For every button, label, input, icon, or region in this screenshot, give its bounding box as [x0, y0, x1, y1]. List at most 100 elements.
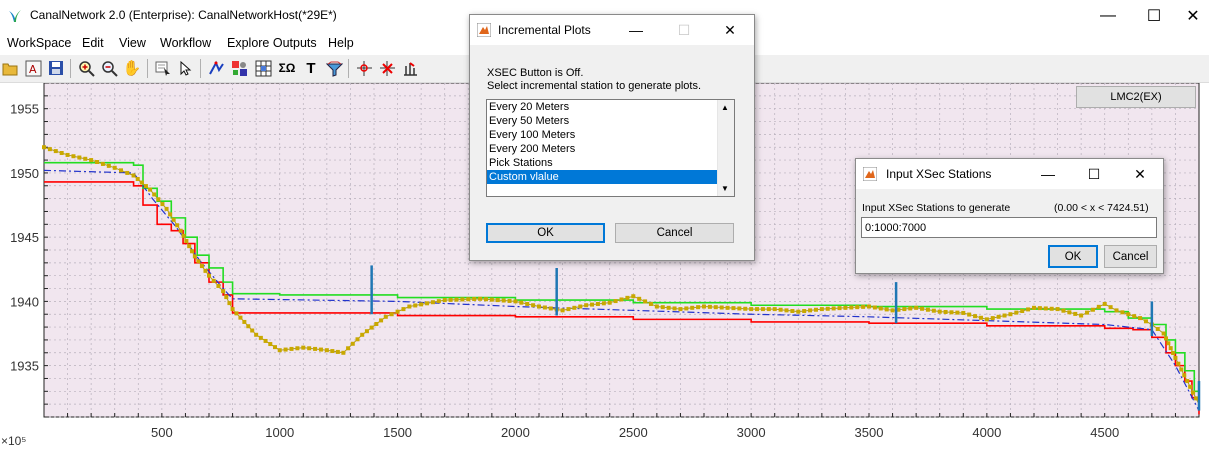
series-marker [920, 306, 925, 311]
series-marker [707, 304, 712, 309]
series-marker [925, 307, 930, 312]
legend-toggle-button[interactable]: LMC2(EX) [1076, 86, 1196, 108]
series-marker [1043, 306, 1048, 311]
scroll-up-icon[interactable]: ▲ [721, 103, 729, 112]
dialog-close-button[interactable]: ✕ [708, 15, 752, 45]
open-folder-icon[interactable] [1, 59, 19, 77]
sigma-icon[interactable]: ΣΩ [278, 59, 296, 77]
text-icon[interactable]: T [302, 59, 320, 77]
series-marker [283, 347, 288, 352]
series-marker [246, 324, 251, 329]
grid-icon[interactable] [254, 59, 272, 77]
series-marker [1179, 367, 1184, 372]
dialog-maximize-button[interactable]: ☐ [1072, 159, 1116, 189]
marker-icon[interactable] [401, 59, 419, 77]
list-item[interactable]: Pick Stations [487, 156, 734, 170]
xsec-cancel-button[interactable]: Cancel [1104, 245, 1157, 268]
close-button[interactable]: ✕ [1170, 0, 1209, 31]
series-marker [996, 314, 1001, 319]
series-marker [984, 317, 989, 322]
zoom-in-icon[interactable] [77, 59, 95, 77]
menu-help[interactable]: Help [328, 36, 354, 50]
series-marker [872, 305, 877, 310]
series-marker [566, 307, 571, 312]
series-marker [100, 161, 105, 166]
series-marker [1073, 311, 1078, 316]
xsec-ok-button[interactable]: OK [1048, 245, 1098, 268]
series-marker [878, 306, 883, 311]
list-item[interactable]: Every 20 Meters [487, 100, 734, 114]
series-marker [1061, 308, 1066, 313]
scroll-down-icon[interactable]: ▼ [721, 184, 729, 193]
series-marker [867, 304, 871, 309]
series-marker [1120, 310, 1125, 315]
series-marker [448, 297, 453, 302]
text-style-icon[interactable]: A [24, 59, 42, 77]
series-marker [1166, 341, 1171, 346]
series-marker [341, 350, 346, 355]
dialog-minimize-button[interactable]: — [1026, 159, 1070, 189]
settings-icon[interactable] [230, 59, 248, 77]
xsec-stations-input[interactable] [861, 217, 1157, 238]
dialog-minimize-button[interactable]: — [614, 15, 658, 45]
series-marker [607, 300, 612, 305]
series-marker [1020, 309, 1025, 314]
list-item[interactable]: Every 200 Meters [487, 142, 734, 156]
toolbar-separator [200, 59, 201, 78]
menu-view[interactable]: View [119, 36, 146, 50]
series-marker [619, 297, 624, 302]
close-icon: ✕ [1134, 165, 1146, 182]
menu-edit[interactable]: Edit [82, 36, 104, 50]
series-marker [313, 346, 318, 351]
series-marker [295, 346, 300, 351]
series-marker [1176, 361, 1181, 366]
series-marker [95, 160, 100, 165]
pan-hand-icon[interactable]: ✋ [123, 59, 142, 77]
data-cursor-icon[interactable] [154, 59, 172, 77]
series-marker [843, 305, 848, 310]
menu-workspace[interactable]: WorkSpace [7, 36, 71, 50]
minimize-button[interactable]: — [1085, 0, 1131, 31]
matlab-icon [863, 167, 877, 181]
series-marker [395, 309, 400, 314]
save-icon[interactable] [47, 59, 65, 77]
zoom-out-icon[interactable] [100, 59, 118, 77]
series-marker [160, 202, 165, 207]
series-marker [89, 158, 94, 163]
series-marker [973, 314, 978, 319]
layers-icon[interactable] [325, 59, 343, 77]
series-marker [495, 298, 500, 303]
series-marker [203, 268, 208, 273]
ok-button[interactable]: OK [486, 223, 605, 243]
link-icon[interactable] [207, 59, 225, 77]
series-marker [47, 147, 52, 152]
dialog-close-button[interactable]: ✕ [1118, 159, 1162, 189]
series-marker [501, 298, 506, 303]
list-item[interactable]: Every 50 Meters [487, 114, 734, 128]
list-scrollbar[interactable]: ▲ ▼ [717, 100, 734, 196]
series-marker [760, 307, 765, 312]
series-marker [71, 154, 76, 159]
series-marker [355, 337, 360, 342]
series-marker [207, 273, 211, 278]
select-arrow-icon[interactable] [177, 59, 195, 77]
dialog-titlebar: Incremental Plots — ☐ ✕ [470, 15, 754, 45]
menu-workflow[interactable]: Workflow [160, 36, 211, 50]
series-marker [330, 349, 335, 354]
delete-pin-icon[interactable] [378, 59, 396, 77]
pin-icon[interactable] [355, 59, 373, 77]
series-marker [190, 249, 195, 254]
toolbar-separator [70, 59, 71, 78]
list-item[interactable]: Custom vlalue [487, 170, 734, 184]
cancel-button[interactable]: Cancel [615, 223, 734, 243]
series-marker [156, 197, 161, 202]
x-tick-label: 1500 [383, 425, 412, 440]
series-marker [855, 305, 860, 310]
series-marker [1191, 390, 1196, 395]
list-item[interactable]: Every 100 Meters [487, 128, 734, 142]
station-options-list[interactable]: Every 20 Meters Every 50 Meters Every 100 … [486, 99, 735, 197]
close-icon: ✕ [1186, 7, 1200, 25]
series-marker [230, 307, 235, 312]
menu-explore-outputs[interactable]: Explore Outputs [227, 36, 317, 50]
series-marker [1188, 384, 1193, 389]
